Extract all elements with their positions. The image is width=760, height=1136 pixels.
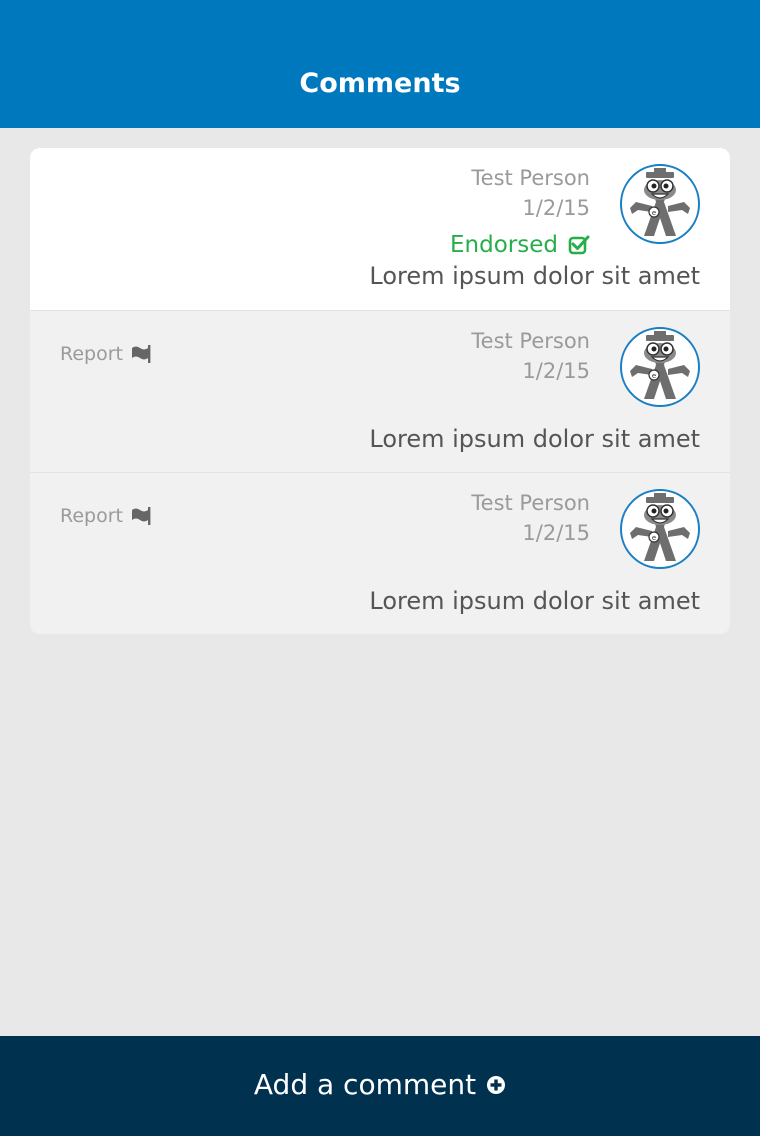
comment-text: Lorem ipsum dolor sit amet [369, 587, 700, 615]
add-comment-label: Add a comment [253, 1068, 477, 1101]
comment-item: Report Test Person 1/2/15 e Lorem ipsum … [30, 310, 730, 472]
endorsed-badge: Endorsed [450, 232, 590, 258]
report-button[interactable]: Report [60, 505, 151, 527]
plus-circle-icon [487, 1075, 506, 1094]
avatar[interactable]: e [620, 164, 700, 244]
page-title: Comments [299, 68, 461, 99]
comment-item: Test Person 1/2/15 Endorsed e Lorem ipsu… [30, 148, 730, 310]
comment-author: Test Person [471, 166, 590, 190]
report-button[interactable]: Report [60, 343, 151, 365]
report-label: Report [60, 343, 123, 365]
comment-author: Test Person [471, 329, 590, 353]
svg-text:e: e [652, 209, 656, 217]
svg-text:e: e [652, 372, 656, 380]
endorsed-label: Endorsed [450, 232, 558, 258]
flag-icon [131, 507, 151, 525]
comment-text: Lorem ipsum dolor sit amet [369, 425, 700, 453]
comment-date: 1/2/15 [522, 196, 590, 220]
avatar[interactable]: e [620, 327, 700, 407]
flag-icon [131, 345, 151, 363]
comment-date: 1/2/15 [522, 359, 590, 383]
avatar[interactable]: e [620, 489, 700, 569]
add-comment-button[interactable]: Add a comment [0, 1036, 760, 1136]
add-comment-content: Add a comment [0, 1068, 760, 1101]
comment-text: Lorem ipsum dolor sit amet [369, 262, 700, 290]
report-label: Report [60, 505, 123, 527]
comment-author: Test Person [471, 491, 590, 515]
comment-date: 1/2/15 [522, 521, 590, 545]
comments-list: Test Person 1/2/15 Endorsed e Lorem ipsu… [30, 148, 730, 634]
check-square-icon [568, 235, 590, 255]
svg-text:e: e [652, 534, 656, 542]
comment-item: Report Test Person 1/2/15 e Lorem ipsum … [30, 472, 730, 634]
header-bar: Comments [0, 0, 760, 128]
